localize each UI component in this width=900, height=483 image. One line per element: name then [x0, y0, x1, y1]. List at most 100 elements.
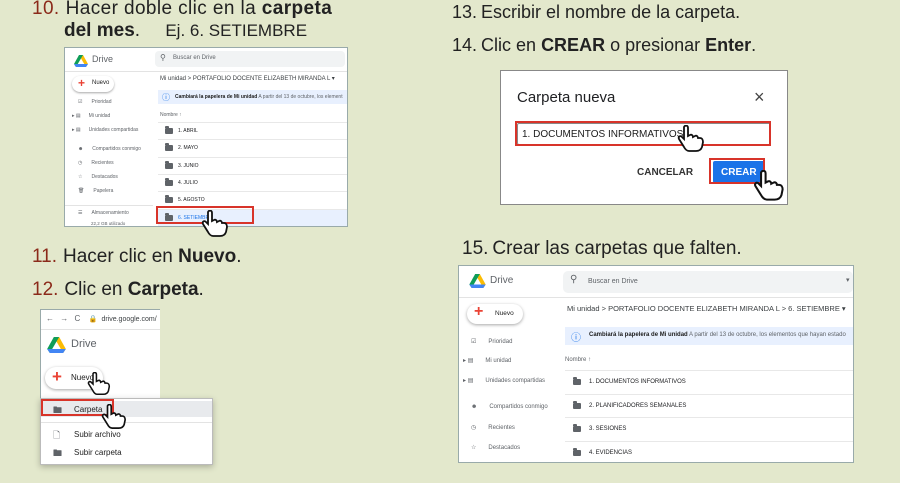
forward-icon[interactable]: →: [60, 314, 68, 323]
app-name: Drive: [71, 338, 97, 350]
folder-row[interactable]: 1. ABRIL: [158, 122, 347, 139]
folder-row[interactable]: 2. MAYO: [158, 139, 347, 156]
search-bar[interactable]: ⚲ Buscar en Drive ▾: [563, 271, 853, 293]
clock-icon: ◷: [78, 160, 83, 166]
nav-label: Mi unidad: [485, 358, 512, 364]
browser-nav: ← → C 🔒 drive.google.com/: [46, 314, 157, 323]
search-icon: ⚲: [570, 274, 578, 285]
storage-usage: 22,2 GB utilizado: [91, 221, 126, 226]
nav-label: Destacados: [488, 445, 521, 451]
search-bar[interactable]: ⚲ Buscar en Drive: [155, 51, 345, 67]
step-number: 15.: [462, 238, 489, 259]
new-button[interactable]: + Nuevo: [72, 76, 114, 92]
highlight-box: [515, 121, 771, 146]
expand-icon[interactable]: ▸: [72, 113, 75, 119]
sort-name-header[interactable]: Nombre ↑: [160, 112, 182, 118]
new-label: Nuevo: [495, 310, 514, 317]
trash-icon: 🗑: [78, 188, 85, 194]
sort-name-header[interactable]: Nombre ↑: [565, 357, 591, 363]
shared-drive-icon: ▤: [75, 127, 81, 133]
folder-icon: [573, 424, 581, 433]
plus-icon: +: [474, 303, 484, 320]
folder-row[interactable]: 3. SESIONES: [565, 417, 853, 441]
folder-icon: [573, 447, 581, 456]
search-icon: ⚲: [160, 53, 166, 62]
plus-icon: +: [52, 367, 62, 386]
storage-icon: ☰: [78, 210, 83, 216]
drive-screenshot-months: Drive ⚲ Buscar en Drive + Nuevo ☑ Priorid…: [64, 47, 348, 227]
step-example: Ej. 6. SETIEMBRE: [165, 21, 308, 40]
drive-logo: [469, 274, 486, 293]
nav-item-destacados[interactable]: ☆ Destacados: [78, 174, 118, 180]
app-name: Drive: [92, 54, 114, 64]
step-text: Hacer doble clic en la: [65, 0, 262, 19]
nav-item-recientes[interactable]: ◷ Recientes: [471, 424, 515, 431]
step-text: Escribir el nombre de la carpeta.: [481, 2, 741, 22]
folder-row[interactable]: 3. JUNIO: [158, 156, 347, 174]
step-text: .: [236, 246, 242, 267]
notice-title: Cambiará la papelera de Mi unidad: [589, 332, 688, 338]
cancel-button[interactable]: CANCELAR: [637, 167, 693, 178]
star-icon: ☆: [78, 174, 83, 180]
drive-logo: [74, 54, 88, 67]
nav-item-unidades-compartidas[interactable]: ▸ ▤ Unidades compartidas: [463, 377, 545, 384]
step-bold: Carpeta: [127, 279, 199, 300]
nav-item-destacados[interactable]: ☆ Destacados: [471, 444, 520, 451]
folder-row[interactable]: 4. EVIDENCIAS: [565, 440, 853, 463]
expand-icon[interactable]: ▸: [72, 127, 75, 133]
hand-cursor-icon: [201, 210, 228, 237]
breadcrumb[interactable]: Mi unidad > PORTAFOLIO DOCENTE ELIZABETH…: [567, 304, 846, 313]
nav-item-mi-unidad[interactable]: ▸ ▤ Mi unidad: [463, 357, 511, 364]
step-bold: Nuevo: [178, 246, 237, 267]
back-icon[interactable]: ←: [46, 314, 54, 323]
info-icon: ⓘ: [571, 333, 581, 344]
step-number: 13.: [452, 2, 478, 22]
drive-icon: ▤: [467, 358, 474, 364]
search-placeholder: Buscar en Drive: [588, 278, 638, 285]
nav-item-recientes[interactable]: ◷ Recientes: [78, 160, 114, 166]
nav-item-compartidos[interactable]: ☻ Compartidos conmigo: [471, 404, 548, 410]
reload-icon[interactable]: C: [74, 314, 80, 323]
drive-logo: [47, 337, 66, 358]
nav-item-unidades-compartidas[interactable]: ▸ ▤ Unidades compartidas: [72, 127, 138, 133]
hand-cursor-icon: [101, 404, 126, 429]
menu-item-label: Subir archivo: [74, 430, 121, 439]
nav-item-prioridad[interactable]: ☑ Prioridad: [471, 338, 512, 345]
nav-item-papelera[interactable]: 🗑 Papelera: [78, 188, 113, 194]
folder-row[interactable]: 4. JULIO: [158, 173, 347, 191]
new-button[interactable]: + Nuevo: [467, 303, 523, 324]
search-placeholder: Buscar en Drive: [173, 55, 216, 61]
folder-row[interactable]: 2. PLANIFICADORES SEMANALES: [565, 393, 853, 418]
close-icon[interactable]: ×: [754, 87, 765, 108]
folder-name: 3. JUNIO: [178, 162, 199, 169]
lock-icon: 🔒: [88, 316, 98, 323]
step-12: 12. Clic en Carpeta.: [32, 279, 204, 301]
nav-label: Unidades compartidas: [485, 378, 546, 384]
notice-text: A partir del 13 de octubre, los element: [257, 94, 343, 100]
menu-item-subir-carpeta[interactable]: 🖿 Subir carpeta: [41, 445, 212, 459]
nav-item-mi-unidad[interactable]: ▸ ▤ Mi unidad: [72, 113, 110, 119]
step-bold: carpeta: [261, 0, 333, 19]
nav-label: Prioridad: [488, 339, 513, 345]
nav-item-almacenamiento[interactable]: ☰ Almacenamiento: [78, 210, 129, 216]
nav-item-prioridad[interactable]: ☑ Prioridad: [78, 99, 112, 105]
step-text: .: [198, 279, 204, 300]
app-name: Drive: [490, 275, 514, 286]
expand-icon[interactable]: ▸: [463, 378, 466, 384]
folder-name: 3. SESIONES: [589, 426, 627, 433]
step-10-line1: 10. Hacer doble clic en la carpeta: [32, 0, 332, 20]
folder-name: 4. JULIO: [178, 180, 198, 187]
search-options-icon[interactable]: ▾: [846, 276, 850, 284]
folder-row[interactable]: 1. DOCUMENTOS INFORMATIVOS: [565, 370, 853, 394]
expand-icon[interactable]: ▸: [463, 358, 466, 364]
info-icon: ⓘ: [162, 93, 170, 102]
url-text[interactable]: drive.google.com/: [101, 316, 156, 323]
nav-label: Mi unidad: [88, 113, 111, 119]
step-number: 11.: [32, 246, 58, 267]
nav-label: Prioridad: [91, 99, 112, 105]
breadcrumb[interactable]: Mi unidad > PORTAFOLIO DOCENTE ELIZABETH…: [160, 75, 335, 82]
nav-item-compartidos[interactable]: ☻ Compartidos conmigo: [78, 146, 141, 152]
step-text: .: [751, 35, 757, 55]
step-11: 11. Hacer clic en Nuevo.: [32, 246, 241, 268]
folder-icon: [165, 126, 173, 135]
